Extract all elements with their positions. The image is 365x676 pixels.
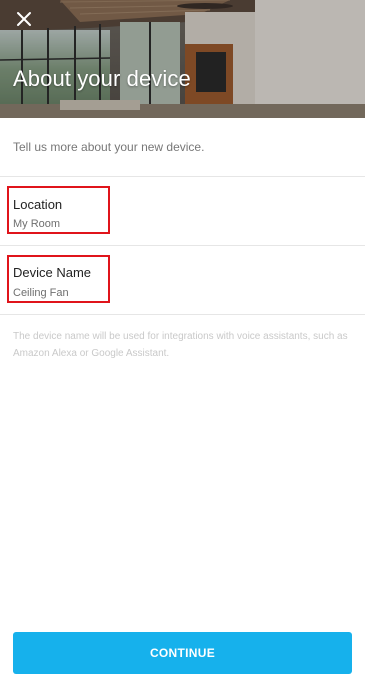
divider <box>0 176 365 177</box>
close-icon <box>17 12 31 26</box>
about-device-screen: About your device Tell us more about you… <box>0 0 365 676</box>
room-photo <box>0 0 365 118</box>
close-button[interactable] <box>12 8 36 30</box>
device-name-label: Device Name <box>13 265 92 280</box>
header-image: About your device <box>0 0 365 118</box>
location-label: Location <box>13 197 63 212</box>
intro-text: Tell us more about your new device. <box>13 140 205 154</box>
integration-note: The device name will be used for integra… <box>13 331 348 359</box>
divider <box>0 245 365 246</box>
page-title: About your device <box>13 66 191 91</box>
divider <box>0 314 365 315</box>
location-value[interactable]: My Room <box>13 218 60 230</box>
continue-button[interactable]: CONTINUE <box>13 632 352 674</box>
device-name-value[interactable]: Ceiling Fan <box>13 287 69 299</box>
